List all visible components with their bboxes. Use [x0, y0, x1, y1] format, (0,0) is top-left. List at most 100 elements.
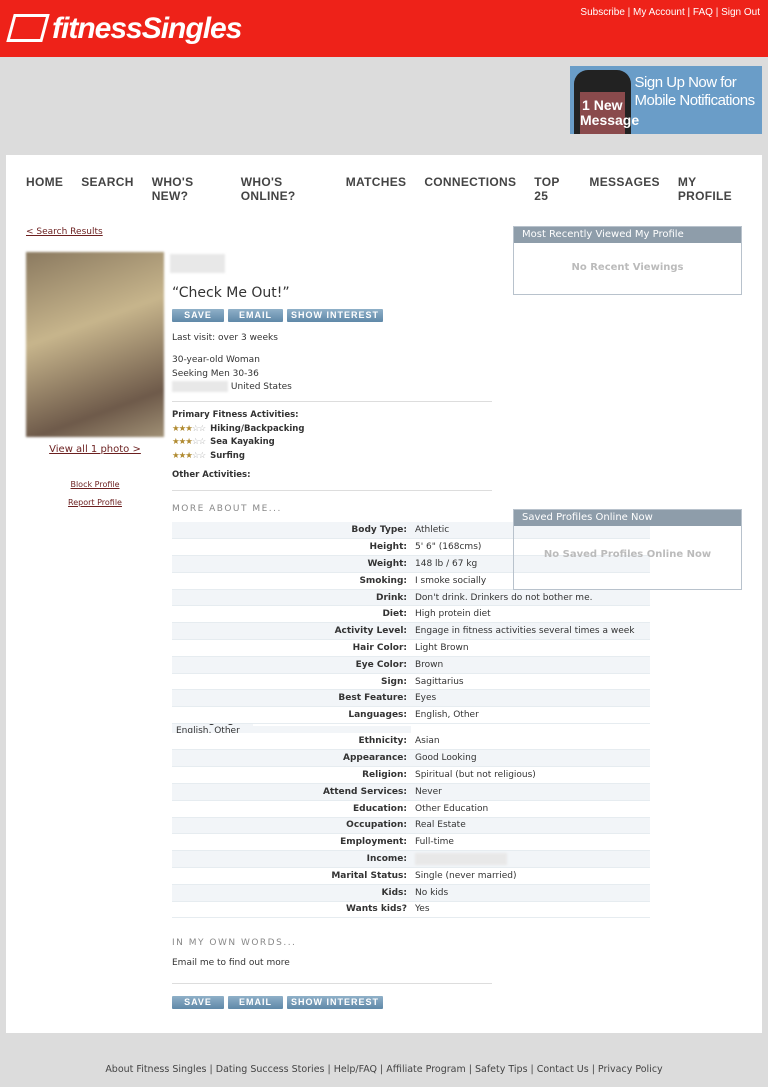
nav-whos-new[interactable]: WHO'S NEW?: [152, 175, 223, 203]
email-button-bottom[interactable]: EMAIL: [228, 996, 283, 1009]
nav-top-25[interactable]: TOP 25: [534, 175, 571, 203]
saved-profiles-box: Saved Profiles Online Now No Saved Profi…: [513, 509, 742, 590]
detail-label: Occupation:: [172, 817, 411, 835]
show-interest-button-bottom[interactable]: SHOW INTEREST: [287, 996, 383, 1009]
nav-messages[interactable]: MESSAGES: [589, 175, 659, 203]
save-button[interactable]: SAVE: [172, 309, 224, 322]
profile-photo[interactable]: [26, 252, 164, 437]
profile-headline: “Check Me Out!”: [172, 285, 290, 301]
detail-row: Diet: High protein diet: [172, 605, 650, 624]
nav-home[interactable]: HOME: [26, 175, 63, 203]
main-panel: HOME SEARCH WHO'S NEW? WHO'S ONLINE? MAT…: [6, 155, 762, 1033]
footer-link[interactable]: Contact Us: [537, 1064, 589, 1075]
header: fitnessSingles Subscribe | My Account | …: [0, 0, 768, 57]
email-button[interactable]: EMAIL: [228, 309, 283, 322]
recent-viewers-box: Most Recently Viewed My Profile No Recen…: [513, 226, 742, 295]
detail-row: Languages:English, Other: [172, 706, 650, 725]
footer-link[interactable]: Privacy Policy: [598, 1064, 663, 1075]
detail-label: Languages:: [172, 706, 411, 725]
footer-link[interactable]: Dating Success Stories: [216, 1064, 325, 1075]
activity-item: ★★★☆☆ Surfing: [172, 451, 245, 462]
detail-row: Employment: Full-time: [172, 833, 650, 852]
footer-link[interactable]: Safety Tips: [475, 1064, 528, 1075]
detail-row: Languages:English, Other: [172, 724, 411, 734]
profile-summary: 30-year-old Woman Seeking Men 30-36 Unit…: [172, 354, 292, 395]
detail-row: Income:: [172, 850, 650, 868]
detail-label: Height:: [172, 538, 411, 557]
star-rating-icon: ★★★☆☆: [172, 451, 206, 462]
nav-matches[interactable]: MATCHES: [346, 175, 407, 203]
detail-value: English, Other: [172, 726, 411, 734]
report-profile-link[interactable]: Report Profile: [26, 498, 164, 507]
top-links: Subscribe | My Account | FAQ | Sign Out: [580, 7, 760, 18]
faq-link[interactable]: FAQ: [693, 7, 713, 18]
my-account-link[interactable]: My Account: [633, 7, 685, 18]
detail-label: Hair Color:: [172, 639, 411, 657]
footer-link[interactable]: About Fitness Singles: [105, 1064, 206, 1075]
subscribe-link[interactable]: Subscribe: [580, 7, 624, 18]
detail-row: Religion: Spiritual (but not religious): [172, 766, 650, 784]
primary-activities-label: Primary Fitness Activities:: [172, 410, 299, 420]
divider: [172, 401, 492, 402]
detail-value: English, Other: [411, 706, 650, 725]
detail-value: Don't drink. Drinkers do not bother me.: [411, 589, 650, 607]
detail-label: Attend Services:: [172, 783, 411, 801]
seeking: Seeking Men 30-36: [172, 368, 259, 379]
detail-row: Attend Services: Never: [172, 783, 650, 801]
detail-row: Ethnicity: Asian: [172, 733, 650, 751]
nav-connections[interactable]: CONNECTIONS: [424, 175, 516, 203]
detail-label: Wants kids?: [172, 901, 411, 919]
fitness-activities: Primary Fitness Activities: ★★★☆☆ Hiking/…: [172, 409, 304, 483]
detail-row: Hair Color: Light Brown: [172, 639, 650, 657]
detail-value: [411, 850, 650, 868]
save-button-bottom[interactable]: SAVE: [172, 996, 224, 1009]
logo-mark-icon: [6, 14, 50, 42]
detail-label: Eye Color:: [172, 656, 411, 674]
detail-label: Best Feature:: [172, 689, 411, 708]
footer-link[interactable]: Affiliate Program: [386, 1064, 465, 1075]
detail-row: Best Feature: Eyes: [172, 689, 650, 708]
own-words-text: Email me to find out more: [172, 958, 290, 968]
phone-icon: 1 New Message: [574, 70, 639, 134]
city-redacted: [172, 381, 228, 393]
saved-profiles-empty: No Saved Profiles Online Now: [543, 549, 712, 560]
detail-value: Light Brown: [411, 639, 650, 657]
detail-row: Marital Status: Single (never married): [172, 867, 650, 885]
detail-value: Single (never married): [411, 867, 650, 885]
detail-value: Engage in fitness activities several tim…: [411, 622, 650, 641]
detail-row: Drink: Don't drink. Drinkers do not bothe…: [172, 589, 650, 607]
detail-label: Sign:: [172, 673, 411, 691]
detail-label: Body Type:: [172, 522, 411, 540]
own-words-heading: IN MY OWN WORDS...: [172, 938, 297, 948]
last-visit: Last visit: over 3 weeks: [172, 333, 278, 343]
detail-row: Eye Color: Brown: [172, 656, 650, 674]
show-interest-button[interactable]: SHOW INTEREST: [287, 309, 383, 322]
other-activities-label: Other Activities:: [172, 469, 251, 480]
nav-whos-online[interactable]: WHO'S ONLINE?: [241, 175, 328, 203]
detail-label: Employment:: [172, 833, 411, 852]
detail-row: Activity Level: Engage in fitness activit…: [172, 622, 650, 641]
detail-value: Full-time: [411, 833, 650, 852]
detail-value: No kids: [411, 884, 650, 902]
logo[interactable]: fitnessSingles: [6, 12, 242, 46]
detail-label: Activity Level:: [172, 622, 411, 641]
logo-text: fitnessSingles: [52, 12, 242, 45]
nav-search[interactable]: SEARCH: [81, 175, 133, 203]
detail-label: Smoking:: [172, 572, 411, 590]
username-redacted: [170, 254, 225, 273]
detail-value: Good Looking: [411, 749, 650, 768]
detail-value: Yes: [411, 901, 650, 919]
block-profile-link[interactable]: Block Profile: [26, 480, 164, 489]
detail-row: Education: Other Education: [172, 800, 650, 818]
nav-my-profile[interactable]: MY PROFILE: [678, 175, 744, 203]
detail-value: Brown: [411, 656, 650, 674]
detail-value: Spiritual (but not religious): [411, 766, 650, 784]
activity-item: ★★★☆☆ Hiking/Backpacking: [172, 423, 305, 434]
footer: About Fitness Singles | Dating Success S…: [105, 1064, 663, 1075]
divider: [172, 490, 492, 491]
sign-out-link[interactable]: Sign Out: [721, 7, 760, 18]
view-photos-link[interactable]: View all 1 photo >: [26, 444, 164, 455]
footer-link[interactable]: Help/FAQ: [334, 1064, 377, 1075]
mobile-notifications-banner[interactable]: 1 New Message Sign Up Now for Mobile Not…: [570, 66, 762, 134]
search-results-link[interactable]: < Search Results: [26, 227, 103, 237]
